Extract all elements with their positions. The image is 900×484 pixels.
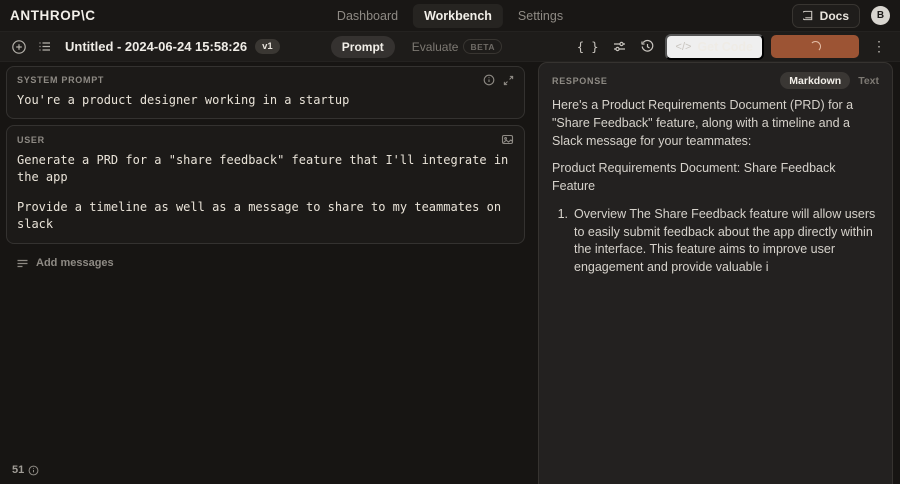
response-label: RESPONSE [552,75,608,86]
new-prompt-button[interactable] [8,36,30,58]
add-messages-icon [16,257,29,270]
info-icon[interactable] [483,74,495,86]
run-button[interactable] [771,35,859,58]
model-settings-button[interactable] [609,36,630,57]
prompt-footer: 51 [6,464,525,484]
beta-badge: BETA [463,39,502,54]
toolbar-left-group: Untitled - 2024-06-24 15:58:26 v1 Prompt… [0,35,533,58]
history-icon [640,39,655,54]
system-prompt-box[interactable]: SYSTEM PROMPT You're a product designer … [6,66,525,119]
list-item-text: Overview The Share Feedback feature will… [574,206,876,274]
history-button[interactable] [637,36,658,57]
docs-button-label: Docs [819,8,849,23]
user-message-line[interactable]: Generate a PRD for a "share feedback" fe… [17,152,514,187]
tab-evaluate[interactable]: Evaluate BETA [401,35,513,58]
loading-spinner-icon [809,41,821,52]
prompt-title[interactable]: Untitled - 2024-06-24 15:58:26 [65,39,247,54]
workbench-main: SYSTEM PROMPT You're a product designer … [0,62,900,484]
avatar[interactable]: B [871,6,890,25]
system-prompt-label: SYSTEM PROMPT [17,75,105,85]
plus-circle-icon [11,39,27,55]
nav-item-settings[interactable]: Settings [507,4,574,28]
main-nav: Dashboard Workbench Settings [326,3,574,28]
prompt-pane: SYSTEM PROMPT You're a product designer … [0,62,533,484]
more-options-button[interactable]: ⋮ [866,36,892,57]
nav-item-workbench[interactable]: Workbench [413,3,503,28]
user-message-line[interactable]: Provide a timeline as well as a message … [17,199,514,234]
response-list-item: 1. Overview The Share Feedback feature w… [556,206,879,277]
response-paragraph: Here's a Product Requirements Document (… [552,98,854,148]
expand-icon[interactable] [503,75,514,86]
anthropic-logo: ANTHROP\C [10,8,96,23]
list-marker: 1. [557,206,568,221]
response-body: Here's a Product Requirements Document (… [552,97,879,277]
workbench-toolbar: Untitled - 2024-06-24 15:58:26 v1 Prompt… [0,32,900,62]
docs-button[interactable]: Docs [791,3,860,28]
response-list: 1. Overview The Share Feedback feature w… [556,206,879,277]
mode-tabs: Prompt Evaluate BETA [330,35,513,58]
format-tabs: Markdown Text [780,72,879,89]
braces-icon: { } [576,39,599,54]
list-icon [37,39,52,54]
image-upload-icon[interactable] [501,133,514,146]
code-icon: </> [675,40,692,53]
get-code-label: Get Code [697,39,753,54]
add-messages-button[interactable]: Add messages [16,257,525,270]
tab-text[interactable]: Text [858,75,879,87]
tab-evaluate-label: Evaluate [411,39,459,54]
response-panel: RESPONSE Markdown Text Here's a Product … [538,62,893,484]
sliders-icon [612,39,627,54]
nav-right-group: Docs B [791,3,890,28]
user-label: USER [17,134,45,145]
response-header: RESPONSE Markdown Text [552,72,879,89]
response-paragraph: Product Requirements Document: Share Fee… [552,161,836,193]
tab-prompt[interactable]: Prompt [330,35,395,58]
tab-markdown[interactable]: Markdown [780,72,851,89]
system-prompt-input[interactable]: You're a product designer working in a s… [17,91,514,109]
toolbar-right-group: { } </> Get Code ⋮ [533,33,900,60]
variables-button[interactable]: { } [574,37,602,57]
top-nav: ANTHROP\C Dashboard Workbench Settings D… [0,0,900,32]
book-icon [802,10,814,21]
add-messages-label: Add messages [36,257,114,270]
user-message-box[interactable]: USER Generate a PRD for a "share feedbac… [6,125,525,244]
token-count: 51 [12,464,25,476]
version-badge[interactable]: v1 [255,39,280,54]
token-info-icon[interactable] [28,465,39,476]
nav-item-dashboard[interactable]: Dashboard [326,4,409,28]
prompt-list-button[interactable] [34,36,55,57]
get-code-button[interactable]: </> Get Code [664,33,764,60]
